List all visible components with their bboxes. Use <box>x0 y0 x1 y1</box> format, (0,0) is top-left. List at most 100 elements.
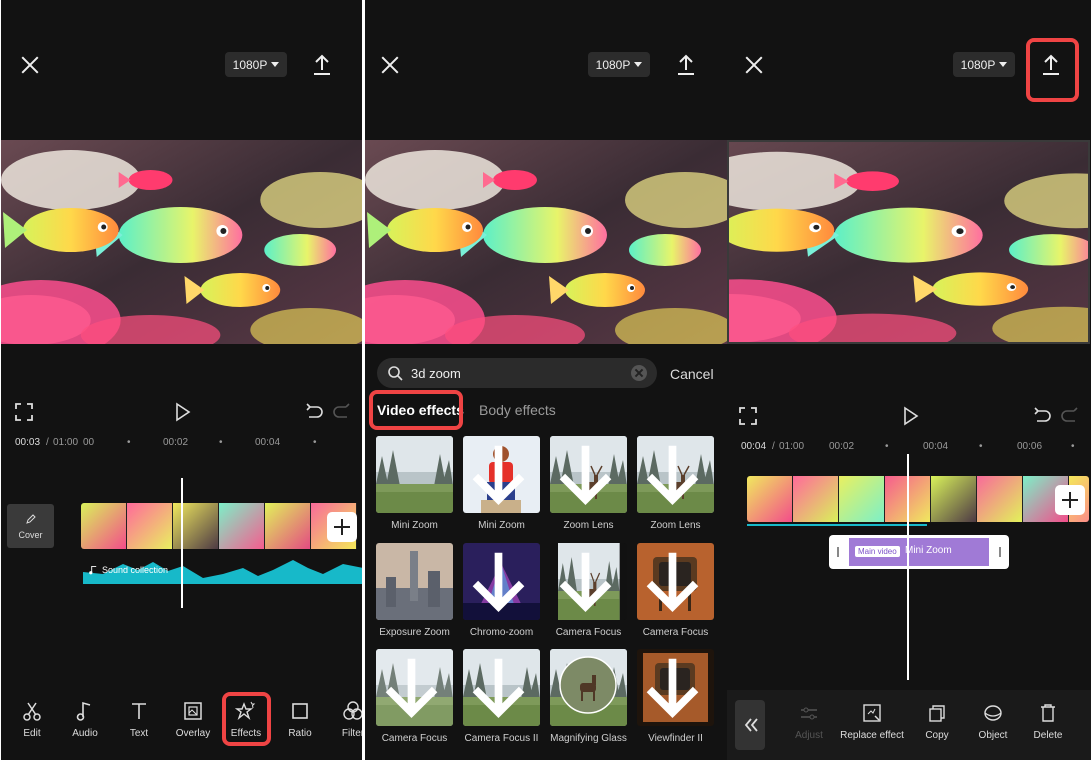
top-bar: 1080P <box>727 0 1091 140</box>
video-track[interactable] <box>747 476 1089 522</box>
tab-video-effects[interactable]: Video effects <box>377 402 464 418</box>
tool-label: Filter <box>341 728 362 739</box>
effect-name: Camera Focus <box>642 627 709 638</box>
fullscreen-icon[interactable] <box>737 405 759 427</box>
tool-label: Overlay <box>175 728 211 739</box>
bottom-toolbar: Adjust Replace effect Copy Object Delete <box>727 690 1091 760</box>
text-icon <box>132 703 146 719</box>
download-icon <box>472 658 525 719</box>
total-time: 01:00 <box>779 441 805 452</box>
resolution-label: 1080P <box>595 57 631 72</box>
effect-item[interactable]: Chromo-zoom <box>463 543 540 638</box>
clear-search-icon[interactable] <box>631 365 647 381</box>
cover-label: Cover <box>18 530 43 540</box>
object-icon <box>984 705 1002 721</box>
fullscreen-icon[interactable] <box>13 401 35 423</box>
effect-item[interactable]: Mini Zoom <box>376 436 453 531</box>
tool-adjust[interactable]: Adjust <box>781 698 837 754</box>
tool-copy[interactable]: Copy <box>911 698 963 754</box>
tool-label: Delete <box>1033 730 1063 741</box>
total-time: 01:00 <box>53 437 79 448</box>
effect-item[interactable]: Viewfinder II <box>637 649 714 744</box>
tool-replace-effect[interactable]: Replace effect <box>839 698 905 754</box>
playback-controls <box>727 402 1091 432</box>
effect-name: Magnifying Glass <box>550 733 627 744</box>
search-bar[interactable] <box>377 358 657 388</box>
close-icon[interactable] <box>739 50 769 80</box>
close-icon[interactable] <box>375 50 405 80</box>
effect-item[interactable]: Magnifying Glass <box>550 649 627 744</box>
effect-item[interactable]: Camera Focus <box>550 543 627 638</box>
video-track[interactable] <box>81 503 362 549</box>
resolution-dropdown[interactable]: 1080P <box>953 52 1015 77</box>
effect-name: Camera Focus <box>555 627 622 638</box>
effect-item[interactable]: Mini Zoom <box>463 436 540 531</box>
replace-effect-icon <box>863 704 881 722</box>
tool-effects[interactable]: Effects <box>220 696 272 752</box>
clip-handle-right[interactable] <box>999 547 1001 557</box>
effect-name: Zoom Lens <box>563 520 614 531</box>
undo-icon[interactable] <box>1031 405 1053 427</box>
top-bar: 1080P <box>1 0 362 140</box>
redo-icon[interactable] <box>1059 405 1081 427</box>
export-button[interactable] <box>674 52 698 78</box>
tool-overlay[interactable]: Overlay <box>167 696 219 752</box>
effect-thumbnail <box>550 649 627 726</box>
music-note-icon <box>89 565 97 575</box>
undo-icon[interactable] <box>303 401 325 423</box>
search-input[interactable] <box>411 365 621 381</box>
effect-item[interactable]: Camera Focus <box>637 543 714 638</box>
effect-item[interactable]: Camera Focus <box>376 649 453 744</box>
ruler-tick: 00:04 <box>923 441 949 452</box>
tab-body-effects[interactable]: Body effects <box>479 402 556 418</box>
effect-item[interactable]: Zoom Lens <box>550 436 627 531</box>
redo-icon[interactable] <box>331 401 353 423</box>
caret-down-icon <box>999 62 1008 67</box>
play-icon[interactable] <box>899 405 921 427</box>
play-icon[interactable] <box>171 401 193 423</box>
resolution-dropdown[interactable]: 1080P <box>588 52 650 77</box>
effect-clip[interactable]: Main video Mini Zoom <box>829 535 1009 569</box>
tool-text[interactable]: Text <box>113 696 165 752</box>
export-button[interactable] <box>1039 52 1063 78</box>
audio-label: Sound collection <box>102 565 169 575</box>
download-icon <box>472 445 525 506</box>
video-preview[interactable] <box>727 140 1090 344</box>
tool-audio[interactable]: Audio <box>59 696 111 752</box>
sliders-icon <box>801 707 817 720</box>
clip-handle-left[interactable] <box>837 547 839 557</box>
export-button[interactable] <box>310 52 334 78</box>
resolution-dropdown[interactable]: 1080P <box>225 52 287 77</box>
audio-track-line <box>747 524 927 526</box>
effects-search-panel: 1080P Cancel Video effects Body effects … <box>365 0 727 760</box>
effect-item[interactable]: Camera Focus II <box>463 649 540 744</box>
add-clip-button[interactable] <box>1055 485 1085 515</box>
upload-icon <box>678 54 694 75</box>
video-preview[interactable] <box>1 140 362 344</box>
audio-track[interactable]: Sound collection <box>83 556 362 584</box>
playhead[interactable] <box>907 454 909 680</box>
ruler-tick: 00 <box>83 437 95 448</box>
add-clip-button[interactable] <box>327 512 357 542</box>
tool-delete[interactable]: Delete <box>1022 698 1074 754</box>
scissors-icon <box>23 702 41 721</box>
collapse-back-button[interactable] <box>735 700 765 750</box>
effect-name: Viewfinder II <box>648 733 703 744</box>
search-icon <box>388 366 403 381</box>
tool-edit[interactable]: Edit <box>6 696 58 752</box>
video-preview[interactable] <box>365 140 727 344</box>
download-icon <box>646 445 699 506</box>
effect-name: Camera Focus II <box>464 733 539 744</box>
close-icon[interactable] <box>15 50 45 80</box>
effect-item[interactable]: Exposure Zoom <box>376 543 453 638</box>
effect-item[interactable]: Zoom Lens <box>637 436 714 531</box>
tool-object[interactable]: Object <box>967 698 1019 754</box>
caret-down-icon <box>634 62 643 67</box>
tool-filter[interactable]: Filter <box>327 696 362 752</box>
download-icon <box>559 552 612 613</box>
tool-ratio[interactable]: Ratio <box>274 696 326 752</box>
preview-frame <box>729 142 1088 342</box>
playhead[interactable] <box>181 478 183 608</box>
cancel-button[interactable]: Cancel <box>670 366 714 382</box>
cover-button[interactable]: Cover <box>7 504 54 548</box>
